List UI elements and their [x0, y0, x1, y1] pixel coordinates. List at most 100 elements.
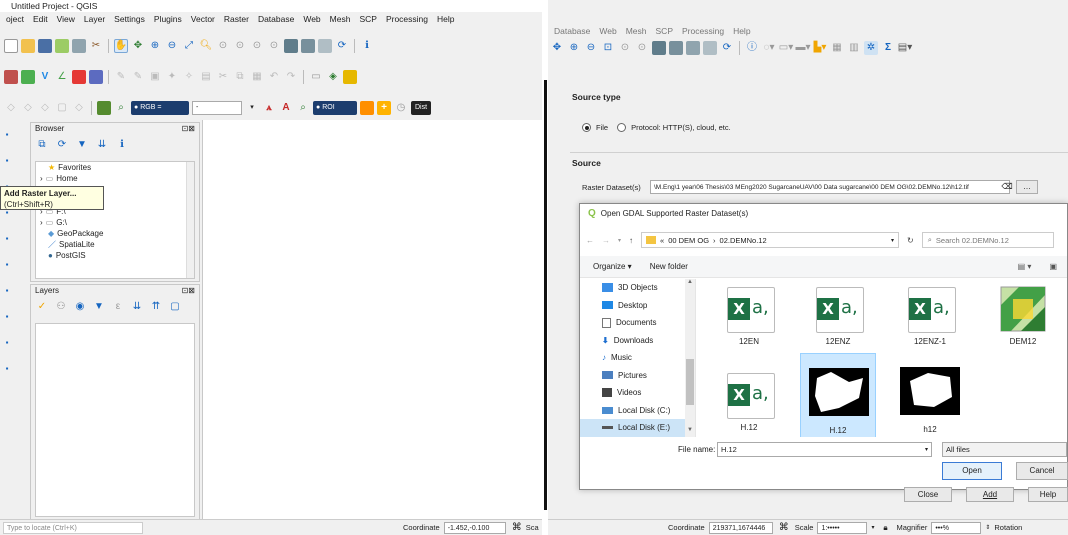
filename-dropdown-icon[interactable]: ▾ — [925, 443, 928, 456]
lock-icon[interactable]: 🔒︎ — [878, 521, 892, 535]
zoom-layer-icon[interactable]: ⊙ — [618, 41, 632, 55]
measure-icon[interactable]: ▙▾ — [813, 41, 827, 55]
open-project-icon[interactable] — [21, 39, 35, 53]
nav-item-music[interactable]: ♪ Music — [580, 349, 695, 367]
add-feature-icon[interactable]: ✦ — [165, 70, 179, 84]
browse-button[interactable]: … — [1016, 180, 1038, 194]
nav-scrollbar[interactable]: ▲ ▼ — [685, 279, 695, 437]
menu-project[interactable]: oject — [6, 12, 24, 26]
zoom-native-icon[interactable]: ⊙ — [233, 39, 247, 53]
nav-item-documents[interactable]: Documents — [580, 314, 695, 332]
address-dropdown-icon[interactable]: ▾ — [891, 237, 894, 244]
tool-icon[interactable]: ▪ — [0, 284, 14, 298]
digitize-circle-icon[interactable]: ◇ — [72, 101, 86, 115]
menu-mesh[interactable]: Mesh — [330, 12, 351, 26]
nav-item-desktop[interactable]: Desktop — [580, 297, 695, 315]
tree-item-geopackage[interactable]: ◆ GeoPackage — [36, 228, 194, 239]
label-pin-icon[interactable]: ◈ — [326, 70, 340, 84]
pan-to-selection-icon[interactable]: ✥ — [131, 39, 145, 53]
dock-close-icon[interactable]: ⊡⊠ — [182, 123, 195, 135]
menu-processing[interactable]: Processing — [682, 24, 724, 38]
toggle-editing-icon[interactable]: ✎ — [114, 70, 128, 84]
pan-map-icon[interactable]: ✥ — [550, 41, 564, 55]
cut-feature-icon[interactable]: ✂ — [216, 70, 230, 84]
scale-dropdown-icon[interactable]: ▾ — [871, 520, 874, 535]
menu-scp[interactable]: SCP — [656, 24, 673, 38]
scp-a-icon[interactable]: A — [279, 101, 293, 115]
pan-icon[interactable]: ✋ — [114, 39, 128, 53]
statistics-icon[interactable]: Σ — [881, 41, 895, 55]
menu-web[interactable]: Web — [303, 12, 320, 26]
refresh-icon[interactable]: ⟳ — [720, 41, 734, 55]
scroll-thumb[interactable] — [686, 359, 694, 405]
zoom-last-icon[interactable]: ⊙ — [250, 39, 264, 53]
style-manager-icon[interactable]: ✂ — [89, 39, 103, 53]
add-wms-layer-icon[interactable] — [89, 70, 103, 84]
deselect-icon[interactable]: ▬▾ — [795, 41, 810, 55]
zoom-native-icon[interactable]: ⊡ — [601, 41, 615, 55]
roi-combo[interactable]: ● ROI — [313, 101, 357, 115]
save-project-icon[interactable] — [38, 39, 52, 53]
dist-button[interactable]: Dist — [411, 101, 431, 115]
zoom-layer-icon[interactable]: ⊙ — [216, 39, 230, 53]
menu-plugins[interactable]: Plugins — [154, 12, 182, 26]
file-type-filter[interactable]: All files — [942, 442, 1067, 457]
rgb-combo[interactable]: ● RGB = — [131, 101, 189, 115]
filter-expression-icon[interactable]: ε — [111, 300, 125, 314]
digitize-line-icon[interactable]: ◇ — [21, 101, 35, 115]
zoom-selection-icon[interactable]: ⊙ — [635, 41, 649, 55]
refresh-icon[interactable]: ↻ — [907, 236, 914, 245]
tool-icon[interactable]: ▪ — [0, 362, 14, 376]
forward-arrow-icon[interactable]: → — [602, 236, 610, 245]
menu-view[interactable]: View — [57, 12, 75, 26]
expand-all-icon[interactable]: ⇊ — [130, 300, 144, 314]
new-3d-view-icon[interactable] — [669, 41, 683, 55]
nav-item-local-disk-e[interactable]: Local Disk (E:) — [580, 419, 695, 437]
delete-feature-icon[interactable]: ▤ — [199, 70, 213, 84]
scale-field[interactable]: 1:••••• — [817, 521, 868, 534]
file-item[interactable]: DEM12 — [985, 279, 1061, 367]
tree-item-spatialite[interactable]: ／ SpatiaLite — [36, 239, 194, 250]
digitize-polygon-icon[interactable]: ◇ — [4, 101, 18, 115]
search-box[interactable]: ⌕ Search 02.DEMNo.12 — [921, 232, 1054, 248]
nav-item-videos[interactable]: Videos — [580, 384, 695, 402]
new-map-view-icon[interactable] — [284, 39, 298, 53]
back-arrow-icon[interactable]: ← — [586, 236, 594, 245]
magnifier-field[interactable]: •••% — [931, 521, 982, 534]
file-radio[interactable] — [582, 123, 591, 132]
menu-layer[interactable]: Layer — [84, 12, 105, 26]
menu-help[interactable]: Help — [437, 12, 454, 26]
refresh-icon[interactable]: ⟳ — [335, 39, 349, 53]
locate-search-input[interactable]: Type to locate (Ctrl+K) — [3, 521, 143, 534]
zoom-selection-icon[interactable]: 🔍︎ — [199, 39, 213, 53]
tree-item-g-drive[interactable]: › ▭ G:\ — [36, 217, 194, 228]
copy-feature-icon[interactable]: ⧉ — [233, 70, 247, 84]
extents-toggle-icon[interactable]: ⌘ — [510, 521, 524, 535]
menu-help[interactable]: Help — [733, 24, 750, 38]
menu-scp[interactable]: SCP — [359, 12, 376, 26]
tool-icon[interactable]: ▪ — [0, 258, 14, 272]
new-folder-button[interactable]: New folder — [650, 262, 688, 271]
dock-close-icon[interactable]: ⊡⊠ — [182, 285, 195, 297]
coordinate-field[interactable]: 219371,1674446 — [708, 521, 773, 534]
data-source-manager-icon[interactable] — [4, 70, 18, 84]
digitize-icon[interactable]: ✎ — [131, 70, 145, 84]
tool-icon[interactable]: ▪ — [0, 128, 14, 142]
scp-ab-icon[interactable]: ꭺ — [262, 101, 276, 115]
protocol-radio[interactable] — [617, 123, 627, 132]
select-by-value-icon[interactable]: ▭▾ — [779, 41, 793, 55]
help-button[interactable]: Help — [1028, 487, 1068, 502]
band-combo[interactable]: - — [192, 101, 242, 115]
menu-mesh[interactable]: Mesh — [626, 24, 647, 38]
magnifier-spin-icon[interactable]: ⇕ — [985, 520, 990, 535]
new-map-view-icon[interactable] — [652, 41, 666, 55]
nav-item-pictures[interactable]: Pictures — [580, 367, 695, 385]
label-diagram-icon[interactable] — [343, 70, 357, 84]
filter-icon[interactable]: ▼ — [75, 138, 89, 152]
tips-icon[interactable]: ▤▾ — [898, 41, 912, 55]
scroll-down-icon[interactable]: ▼ — [685, 427, 695, 437]
new-3d-view-icon[interactable] — [301, 39, 315, 53]
zoom-out-icon[interactable]: ⊖ — [165, 39, 179, 53]
style-icon[interactable]: ✓ — [35, 300, 49, 314]
clear-field-icon[interactable]: ⌫ — [1000, 180, 1014, 194]
